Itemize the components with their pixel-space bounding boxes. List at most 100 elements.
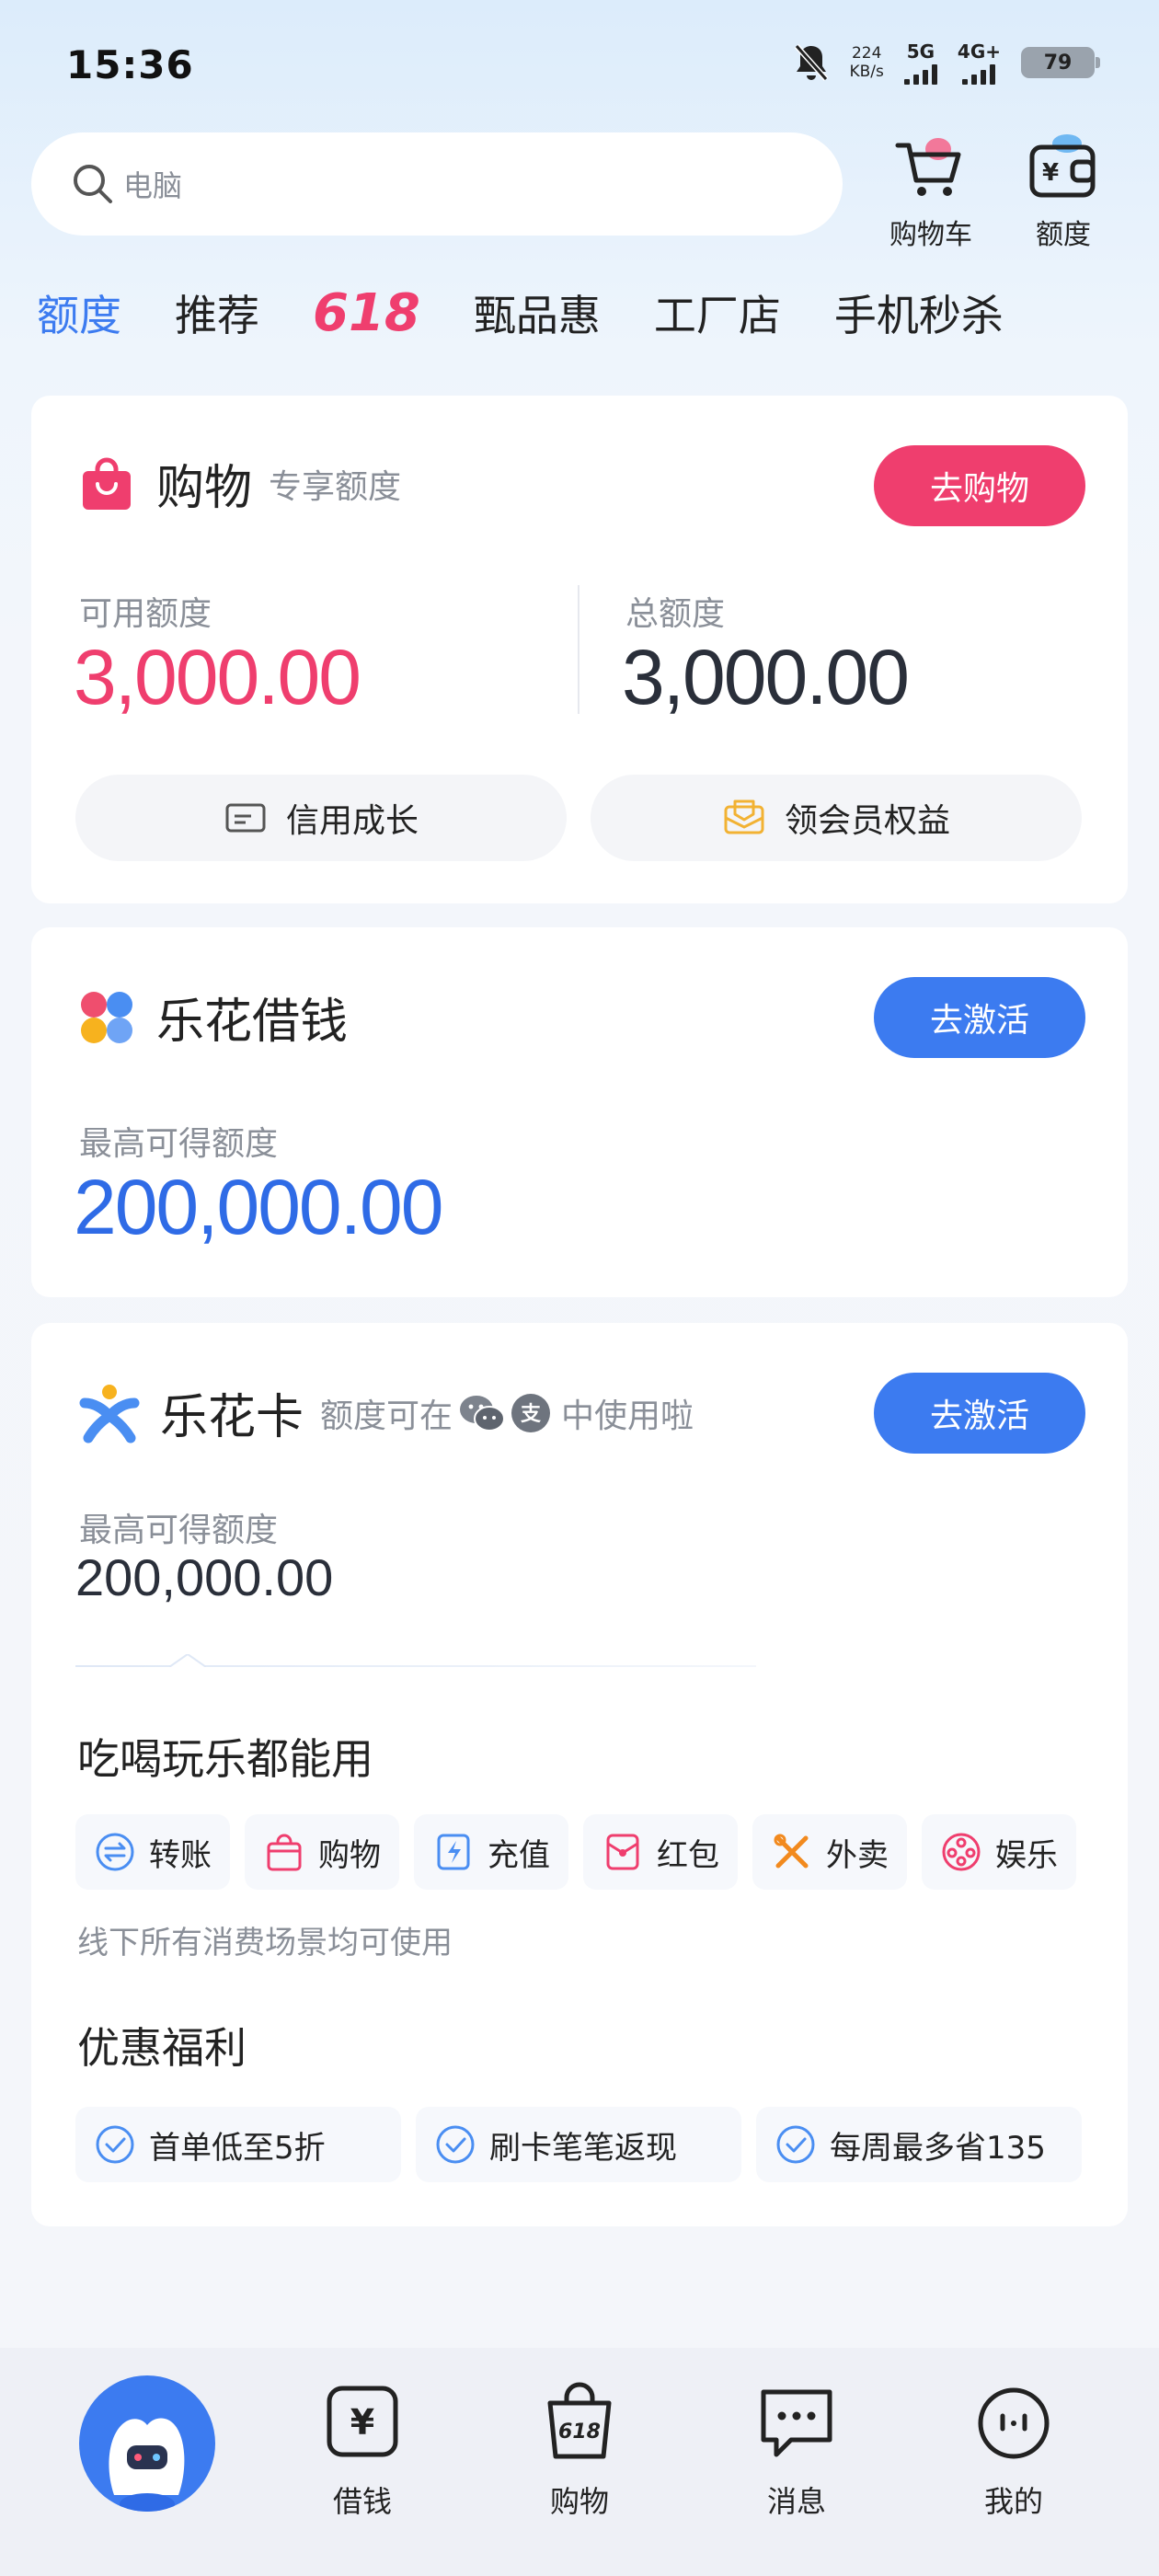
usage-chip-topup[interactable]: 充值 — [414, 1814, 568, 1890]
svg-text:¥: ¥ — [1042, 159, 1059, 187]
go-shopping-button[interactable]: 去购物 — [874, 445, 1085, 526]
svg-text:618: 618 — [558, 2421, 601, 2444]
card-title: 乐花卡 额度可在 支 中使用啦 — [77, 1378, 694, 1447]
shopping-bag-icon — [83, 457, 131, 510]
four-petal-logo-icon — [81, 991, 132, 1043]
signal-bars-icon — [962, 63, 996, 85]
chat-bubble-icon — [761, 2389, 832, 2457]
card-title: 乐花借钱 — [77, 983, 348, 1052]
signal-4g: 4G+ — [958, 40, 1001, 85]
search-placeholder: 电脑 — [123, 168, 183, 203]
red-packet-icon — [606, 1834, 639, 1870]
wechat-icon — [460, 1395, 506, 1432]
member-benefits-label: 领会员权益 — [784, 802, 950, 840]
available-quota-label: 可用额度 — [79, 595, 212, 633]
utensils-icon — [774, 1834, 809, 1869]
bottom-navigation: ¥ 借钱 618 购物 消息 我的 — [0, 2348, 1159, 2576]
quota-button[interactable]: ¥ 额度 — [1008, 129, 1119, 252]
shopping-subtitle: 专享额度 — [269, 467, 402, 506]
credit-growth-label: 信用成长 — [285, 802, 419, 840]
network-speed: 224 KB/s — [849, 44, 884, 81]
member-benefits-button[interactable]: 领会员权益 — [591, 775, 1082, 861]
cart-label: 购物车 — [889, 219, 972, 251]
yen-box-icon: ¥ — [327, 2386, 398, 2457]
clock: 15:36 — [66, 42, 194, 87]
nav-borrow[interactable]: ¥ 借钱 — [289, 2381, 436, 2521]
max-quota-value: 200,000.00 — [74, 1164, 443, 1250]
nav-me[interactable]: 我的 — [940, 2381, 1087, 2521]
nav-shopping-label: 购物 — [549, 2484, 609, 2519]
film-reel-icon — [942, 1833, 981, 1871]
signal-bars-icon — [903, 63, 937, 85]
max-quota-value: 200,000.00 — [75, 1548, 334, 1606]
divider — [578, 585, 580, 714]
home-mascot-button[interactable] — [79, 2375, 215, 2512]
tab-factory-store[interactable]: 工厂店 — [654, 282, 781, 343]
alipay-icon: 支 — [511, 1393, 551, 1432]
benefit-chip-cashback: 刷卡笔笔返现 — [416, 2107, 741, 2182]
usage-chip-shopping[interactable]: 购物 — [245, 1814, 399, 1890]
svg-text:¥: ¥ — [350, 2402, 374, 2443]
nav-shopping[interactable]: 618 购物 — [506, 2381, 653, 2521]
check-circle-icon — [436, 2125, 475, 2164]
activate-loan-button[interactable]: 去激活 — [874, 977, 1085, 1058]
usage-chip-entertainment[interactable]: 娱乐 — [922, 1814, 1076, 1890]
shopping-bag-icon — [267, 1834, 302, 1871]
tab-recommend[interactable]: 推荐 — [175, 282, 259, 343]
benefit-chip-first-order: 首单低至5折 — [75, 2107, 401, 2182]
transfer-icon — [96, 1833, 134, 1871]
max-quota-label: 最高可得额度 — [79, 1512, 279, 1549]
status-bar: 15:36 224 KB/s 5G 4G+ 79 — [0, 0, 1159, 129]
lehua-title: 乐花卡 — [160, 1390, 304, 1445]
credit-card-icon — [225, 803, 266, 833]
status-icons: 224 KB/s 5G 4G+ 79 — [793, 40, 1100, 85]
loan-card: 乐花借钱 去激活 最高可得额度 200,000.00 — [31, 927, 1128, 1297]
benefits-heading: 优惠福利 — [77, 2023, 247, 2073]
max-quota-label: 最高可得额度 — [79, 1125, 279, 1163]
gift-box-icon — [724, 799, 764, 834]
cart-button[interactable]: 购物车 — [876, 129, 986, 252]
usage-chip-takeout[interactable]: 外卖 — [752, 1814, 907, 1890]
profile-face-icon — [978, 2387, 1050, 2459]
shopping-cart-icon — [895, 138, 961, 196]
card-title: 购物 专享额度 — [77, 449, 401, 518]
signal-5g: 5G — [903, 40, 937, 85]
svg-text:支: 支 — [521, 1403, 542, 1426]
shopping-title: 购物 — [156, 461, 253, 516]
credit-growth-button[interactable]: 信用成长 — [75, 775, 567, 861]
lehua-card-logo-icon — [79, 1384, 140, 1443]
total-quota-label: 总额度 — [625, 595, 726, 633]
battery-indicator: 79 — [1021, 47, 1100, 78]
search-input[interactable]: 电脑 — [31, 132, 843, 236]
tab-select-deals[interactable]: 甄品惠 — [474, 282, 601, 343]
nav-messages-label: 消息 — [766, 2484, 826, 2519]
quota-label: 额度 — [1036, 219, 1091, 251]
nav-me-label: 我的 — [983, 2484, 1043, 2519]
total-quota-value: 3,000.00 — [622, 634, 910, 720]
nav-messages[interactable]: 消息 — [723, 2381, 870, 2521]
wallet-icon: ¥ — [1029, 134, 1096, 198]
category-tabs: 额度 推荐 618 甄品惠 工厂店 手机秒杀 — [37, 276, 1057, 350]
tab-quota[interactable]: 额度 — [37, 282, 121, 343]
search-icon — [74, 165, 112, 203]
divider-notch-icon — [169, 1654, 206, 1667]
shopping-bag-618-icon: 618 — [547, 2382, 612, 2459]
nav-borrow-label: 借钱 — [332, 2484, 392, 2519]
tab-phone-flash-sale[interactable]: 手机秒杀 — [834, 282, 1004, 343]
activate-lehua-button[interactable]: 去激活 — [874, 1373, 1085, 1454]
mute-bell-icon — [794, 44, 828, 81]
lightning-icon — [437, 1834, 470, 1870]
check-circle-icon — [776, 2125, 815, 2164]
lehua-subtitle-suffix: 中使用啦 — [561, 1397, 694, 1435]
shopping-quota-card: 购物 专享额度 去购物 可用额度 3,000.00 总额度 3,000.00 信… — [31, 396, 1128, 903]
lehua-card: 乐花卡 额度可在 支 中使用啦 去激活 最高可得额度 200,000.00 吃喝… — [31, 1323, 1128, 2226]
usage-chips: 转账 购物 充值 红包 外卖 娱乐 — [75, 1814, 1076, 1890]
check-circle-icon — [96, 2125, 134, 2164]
tab-618[interactable]: 618 — [313, 283, 420, 343]
usage-chip-transfer[interactable]: 转账 — [75, 1814, 230, 1890]
offline-note: 线下所有消费场景均可使用 — [77, 1925, 453, 1961]
available-quota-value: 3,000.00 — [74, 634, 361, 720]
loan-title: 乐花借钱 — [156, 995, 349, 1050]
mascot-avatar-icon — [109, 2418, 185, 2512]
usage-chip-red-packet[interactable]: 红包 — [583, 1814, 738, 1890]
